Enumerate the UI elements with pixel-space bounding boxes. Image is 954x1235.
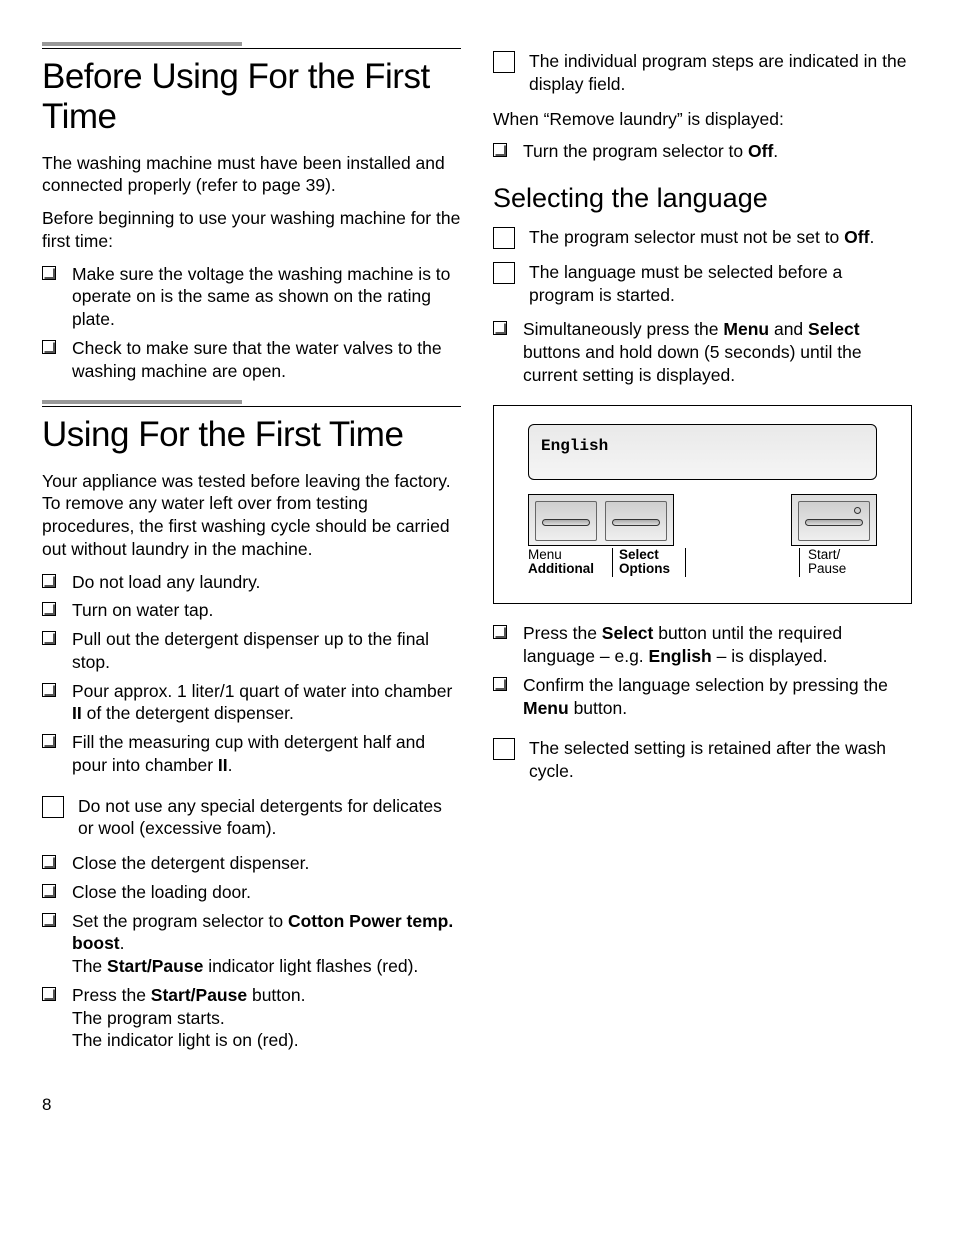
control-panel-diagram: English MenuAdditional SelectOptions Sta… — [493, 405, 912, 605]
heading-selecting-language: Selecting the language — [493, 181, 912, 216]
note: The program selector must not be set to … — [493, 226, 912, 249]
section-rule — [42, 42, 242, 46]
list-item: Press the Select button until the requir… — [493, 622, 912, 668]
note-icon — [493, 227, 515, 249]
paragraph: Your appliance was tested before leaving… — [42, 470, 461, 561]
section-using-first-time: Using For the First Time Your appliance … — [42, 400, 461, 1052]
led-icon — [854, 507, 861, 514]
button-group-right — [791, 494, 877, 546]
section-before-first-use: Before Using For the First Time The wash… — [42, 42, 461, 382]
label-menu: MenuAdditional — [528, 548, 604, 578]
menu-button — [535, 501, 597, 541]
thin-rule — [42, 48, 461, 49]
lcd-text: English — [541, 437, 608, 455]
checklist: Do not load any laundry. Turn on water t… — [42, 571, 461, 777]
paragraph: Before beginning to use your washing mac… — [42, 207, 461, 253]
checklist: Press the Select button until the requir… — [493, 622, 912, 719]
button-row — [518, 494, 887, 546]
note-icon — [493, 262, 515, 284]
list-item: Set the program selector to Cotton Power… — [42, 910, 461, 978]
list-item: Turn on water tap. — [42, 599, 461, 622]
note-text: The program selector must not be set to … — [529, 227, 874, 247]
list-item: Confirm the language selection by pressi… — [493, 674, 912, 720]
list-item: Press the Start/Pause button.The program… — [42, 984, 461, 1052]
list-item: Turn the program selector to Off. — [493, 140, 912, 163]
page-number: 8 — [42, 1094, 912, 1116]
list-item: Make sure the voltage the washing machin… — [42, 263, 461, 331]
list-item: Pour approx. 1 liter/1 quart of water in… — [42, 680, 461, 726]
note-text: The selected setting is retained after t… — [529, 738, 886, 781]
label-start-pause: Start/Pause — [799, 548, 877, 578]
list-item: Simultaneously press the Menu and Select… — [493, 318, 912, 386]
section-rule — [42, 400, 242, 404]
note-icon — [42, 796, 64, 818]
lcd-display: English — [528, 424, 877, 480]
paragraph: The washing machine must have been insta… — [42, 152, 461, 198]
checklist: Make sure the voltage the washing machin… — [42, 263, 461, 383]
note: Do not use any special detergents for de… — [42, 795, 461, 841]
paragraph: When “Remove laundry” is displayed: — [493, 108, 912, 131]
select-button — [605, 501, 667, 541]
list-item: Close the detergent dispenser. — [42, 852, 461, 875]
note-text: The language must be selected before a p… — [529, 262, 842, 305]
note: The individual program steps are indicat… — [493, 50, 912, 96]
checklist: Simultaneously press the Menu and Select… — [493, 318, 912, 386]
heading-using-first-time: Using For the First Time — [42, 415, 461, 455]
note-text: The individual program steps are indicat… — [529, 51, 906, 94]
checklist: Close the detergent dispenser. Close the… — [42, 852, 461, 1052]
list-item: Fill the measuring cup with detergent ha… — [42, 731, 461, 777]
button-labels: MenuAdditional SelectOptions Start/Pause — [518, 546, 887, 578]
list-item: Close the loading door. — [42, 881, 461, 904]
note-icon — [493, 738, 515, 760]
note-text: Do not use any special detergents for de… — [78, 796, 442, 839]
list-item: Check to make sure that the water valves… — [42, 337, 461, 383]
start-pause-button — [798, 501, 870, 541]
heading-before-first-use: Before Using For the First Time — [42, 57, 461, 138]
button-group-left — [528, 494, 674, 546]
note: The selected setting is retained after t… — [493, 737, 912, 783]
checklist: Turn the program selector to Off. — [493, 140, 912, 163]
list-item: Pull out the detergent dispenser up to t… — [42, 628, 461, 674]
note: The language must be selected before a p… — [493, 261, 912, 307]
thin-rule — [42, 406, 461, 407]
label-select: SelectOptions — [612, 548, 686, 578]
list-item: Do not load any laundry. — [42, 571, 461, 594]
note-icon — [493, 51, 515, 73]
